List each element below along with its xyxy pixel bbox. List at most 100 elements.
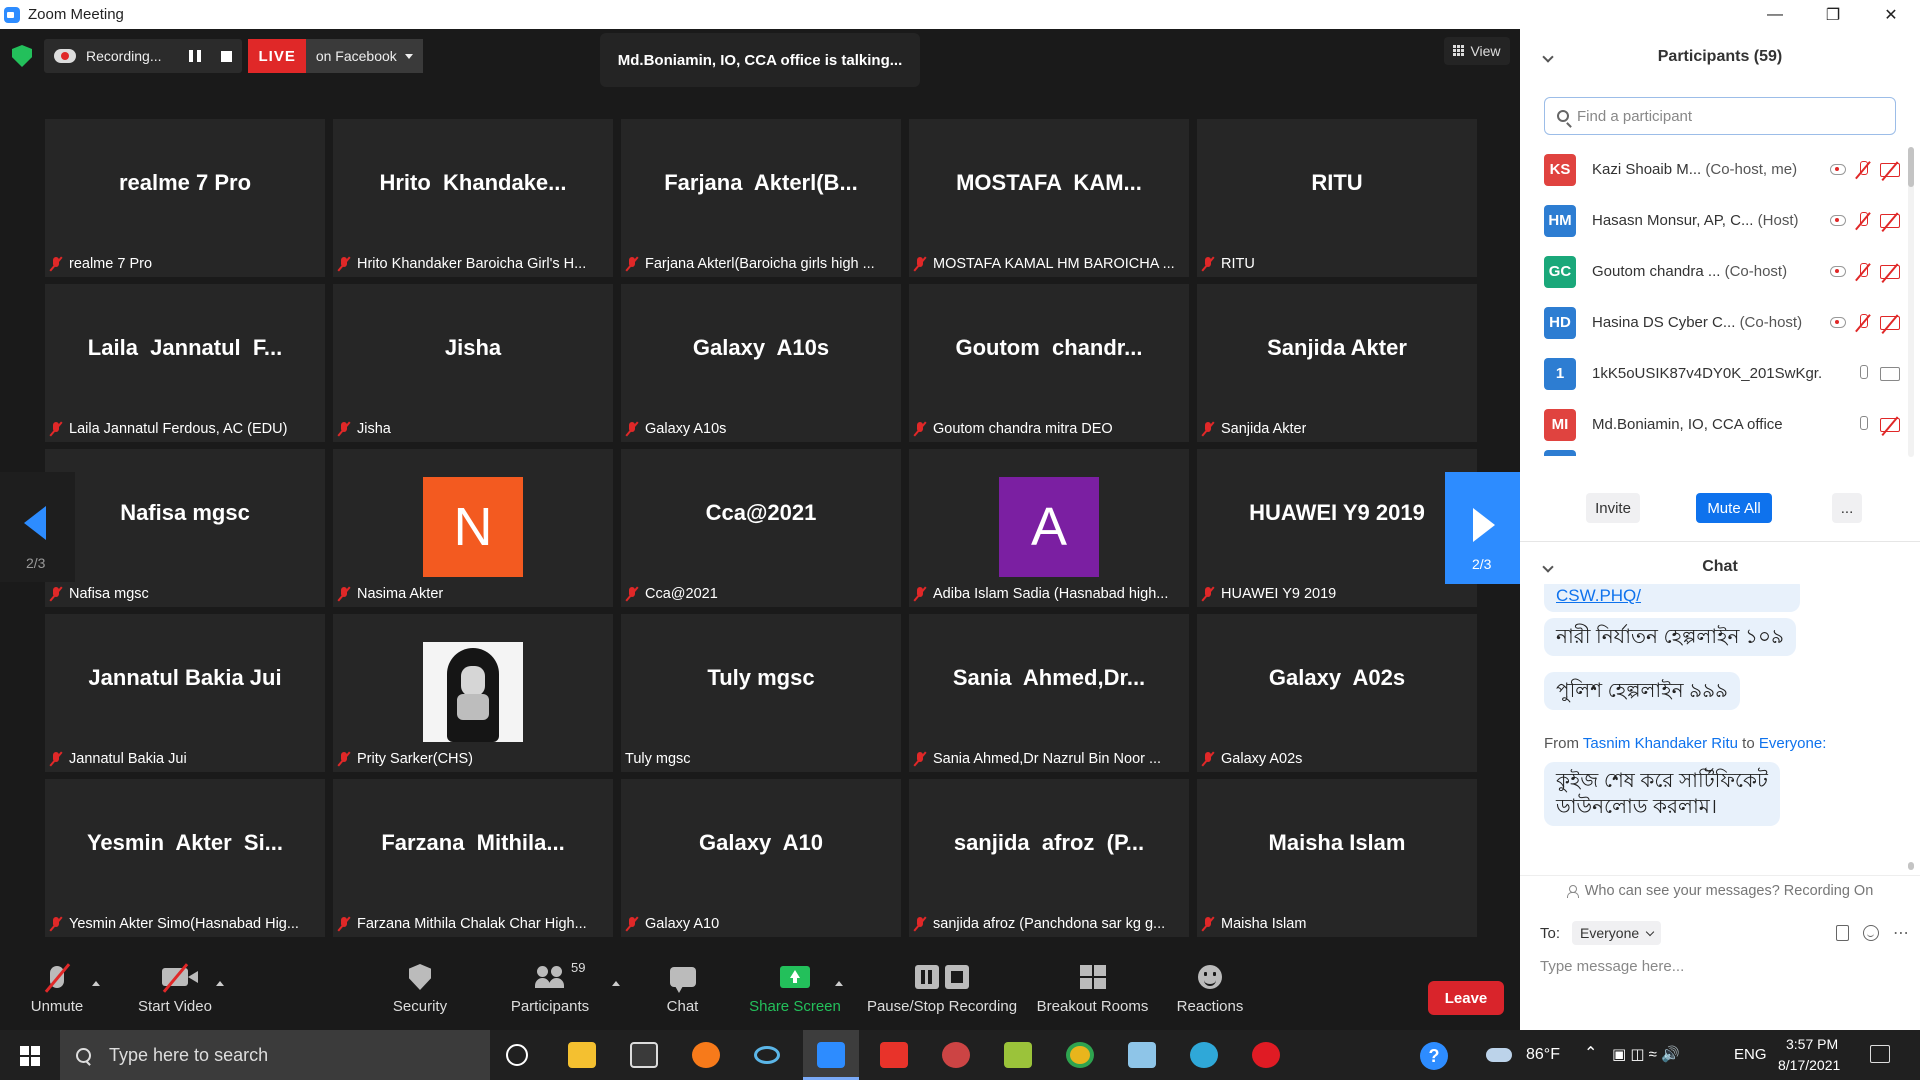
collapse-chat-icon[interactable] [1542,560,1554,573]
video-tile[interactable]: Tuly mgsc Tuly mgsc [621,614,901,772]
next-page-button[interactable]: 2/3 [1445,472,1520,584]
video-tile[interactable]: Nafisa mgsc Nafisa mgsc [45,449,325,607]
video-tile[interactable]: Galaxy A10s Galaxy A10s [621,284,901,442]
video-tile[interactable]: MOSTAFA KAM... MOSTAFA KAMAL HM BAROICHA … [909,119,1189,277]
audio-options-caret[interactable] [92,981,100,986]
video-tile[interactable]: Prity Sarker(CHS) [333,614,613,772]
anydesk-icon[interactable] [880,1042,908,1068]
recipient-dropdown[interactable]: Everyone [1572,921,1662,945]
video-tile[interactable]: N Nasima Akter [333,449,613,607]
participants-options-caret[interactable] [612,981,620,986]
chat-button[interactable]: Chat [650,947,715,1030]
microphone-icon[interactable] [1856,364,1870,383]
tray-chevron-up-icon[interactable]: ⌃ [1584,1043,1597,1063]
pause-stop-recording-button[interactable]: Pause/Stop Recording [862,947,1022,1030]
microphone-icon[interactable] [1856,415,1870,434]
participant-search[interactable] [1544,97,1896,135]
help-icon[interactable]: ? [1420,1042,1448,1070]
mic-muted-icon[interactable] [1856,211,1870,230]
security-button[interactable]: Security [385,947,455,1030]
video-tile[interactable]: Galaxy A02s Galaxy A02s [1197,614,1477,772]
mic-muted-icon[interactable] [1856,313,1870,332]
video-tile[interactable]: Yesmin Akter Si... Yesmin Akter Simo(Hasn… [45,779,325,937]
opera-icon[interactable] [1252,1042,1280,1068]
video-tile[interactable]: Cca@2021 Cca@2021 [621,449,901,607]
image-app-icon[interactable] [1004,1042,1032,1068]
infinity-app-icon[interactable] [754,1046,780,1064]
video-tile[interactable]: realme 7 Pro realme 7 Pro [45,119,325,277]
participant-row[interactable]: GC Goutom chandra ... (Co-host) [1520,246,1906,297]
participants-scroll-thumb[interactable] [1908,147,1914,187]
participant-row[interactable]: KS Kazi Shoaib M... (Co-host, me) [1520,144,1906,195]
participant-row[interactable]: HD Hasina DS Cyber C... (Co-host) [1520,297,1906,348]
video-tile[interactable]: Hrito Khandake... Hrito Khandaker Baroich… [333,119,613,277]
mic-muted-icon[interactable] [1856,262,1870,281]
notification-icon[interactable] [1870,1045,1890,1063]
clock-time[interactable]: 3:57 PM [1786,1036,1838,1052]
chat-message-input[interactable] [1540,951,1900,981]
video-tile[interactable]: Jisha Jisha [333,284,613,442]
windows-start-icon[interactable] [20,1046,40,1066]
video-tile[interactable]: RITU RITU [1197,119,1477,277]
emoji-icon[interactable] [1863,925,1879,941]
chrome-icon[interactable] [1066,1042,1094,1068]
video-options-caret[interactable] [216,981,224,986]
share-screen-button[interactable]: Share Screen [745,947,845,1030]
share-options-caret[interactable] [835,981,843,986]
file-explorer-icon[interactable] [568,1042,596,1068]
pause-recording-icon[interactable] [189,50,202,62]
encryption-shield-icon[interactable] [12,45,32,67]
input-language[interactable]: ENG [1734,1046,1767,1063]
video-tile[interactable]: Galaxy A10 Galaxy A10 [621,779,901,937]
participants-button[interactable]: 59 Participants [505,947,595,1030]
close-button[interactable]: ✕ [1862,0,1920,29]
message-visibility-info[interactable]: Who can see your messages? Recording On [1520,875,1920,905]
start-video-button[interactable]: Start Video [130,947,220,1030]
invite-button[interactable]: Invite [1586,493,1640,523]
video-tile[interactable]: Sanjida Akter Sanjida Akter [1197,284,1477,442]
chat-scrollbar[interactable] [1908,584,1914,874]
chat-link[interactable]: CSW.PHQ/ [1556,586,1641,605]
edge-icon[interactable] [1190,1042,1218,1068]
video-tile[interactable]: Farjana Akterl(B... Farjana Akterl(Baroic… [621,119,901,277]
video-tile[interactable]: Maisha Islam Maisha Islam [1197,779,1477,937]
taskbar-search[interactable]: Type here to search [60,1030,490,1080]
notes-app-icon[interactable] [1128,1042,1156,1068]
temperature[interactable]: 86°F [1526,1046,1560,1064]
file-icon[interactable] [1836,925,1849,941]
video-tile[interactable]: Farzana Mithila... Farzana Mithila Chalak… [333,779,613,937]
task-view-icon[interactable] [506,1044,528,1066]
participants-scrollbar[interactable] [1908,147,1914,457]
participant-row[interactable]: 1 1kK5oUSIK87v4DY0K_201SwKgr... [1520,348,1906,399]
video-tile[interactable]: Goutom chandr... Goutom chandra mitra DEO [909,284,1189,442]
leave-button[interactable]: Leave [1428,981,1504,1015]
chat-scroll-thumb[interactable] [1908,862,1914,870]
zoom-taskbar-button[interactable] [803,1030,859,1080]
video-tile[interactable]: A Adiba Islam Sadia (Hasnabad high... [909,449,1189,607]
video-tile[interactable]: sanjida afroz (P... sanjida afroz (Panchd… [909,779,1189,937]
participant-row[interactable]: MI Md.Boniamin, IO, CCA office [1520,399,1906,450]
clock-date[interactable]: 8/17/2021 [1778,1057,1840,1073]
store-icon[interactable] [630,1042,658,1068]
minimize-button[interactable]: — [1746,0,1804,29]
paint-icon[interactable] [942,1042,970,1068]
video-tile[interactable]: Sania Ahmed,Dr... Sania Ahmed,Dr Nazrul B… [909,614,1189,772]
firefox-icon[interactable] [692,1042,720,1068]
participant-row[interactable]: HM Hasasn Monsur, AP, C... (Host) [1520,195,1906,246]
collapse-participants-icon[interactable] [1542,51,1554,63]
reactions-button[interactable]: Reactions [1170,947,1250,1030]
more-options-button[interactable]: ... [1832,493,1862,523]
live-target-dropdown[interactable]: on Facebook [305,39,423,73]
weather-cloud-icon[interactable] [1486,1048,1512,1062]
mute-all-button[interactable]: Mute All [1696,493,1772,523]
stop-recording-icon[interactable] [221,50,233,62]
participant-search-input[interactable] [1577,107,1877,125]
video-tile[interactable]: HUAWEI Y9 2019 HUAWEI Y9 2019 [1197,449,1477,607]
view-button[interactable]: View [1444,37,1510,65]
more-icon[interactable]: ⋯ [1893,923,1910,943]
restore-button[interactable]: ❐ [1804,0,1862,29]
video-tile[interactable]: Jannatul Bakia Jui Jannatul Bakia Jui [45,614,325,772]
mic-muted-icon[interactable] [1856,160,1870,179]
unmute-button[interactable]: Unmute [22,947,92,1030]
sender-name[interactable]: Tasnim Khandaker Ritu [1583,735,1738,752]
